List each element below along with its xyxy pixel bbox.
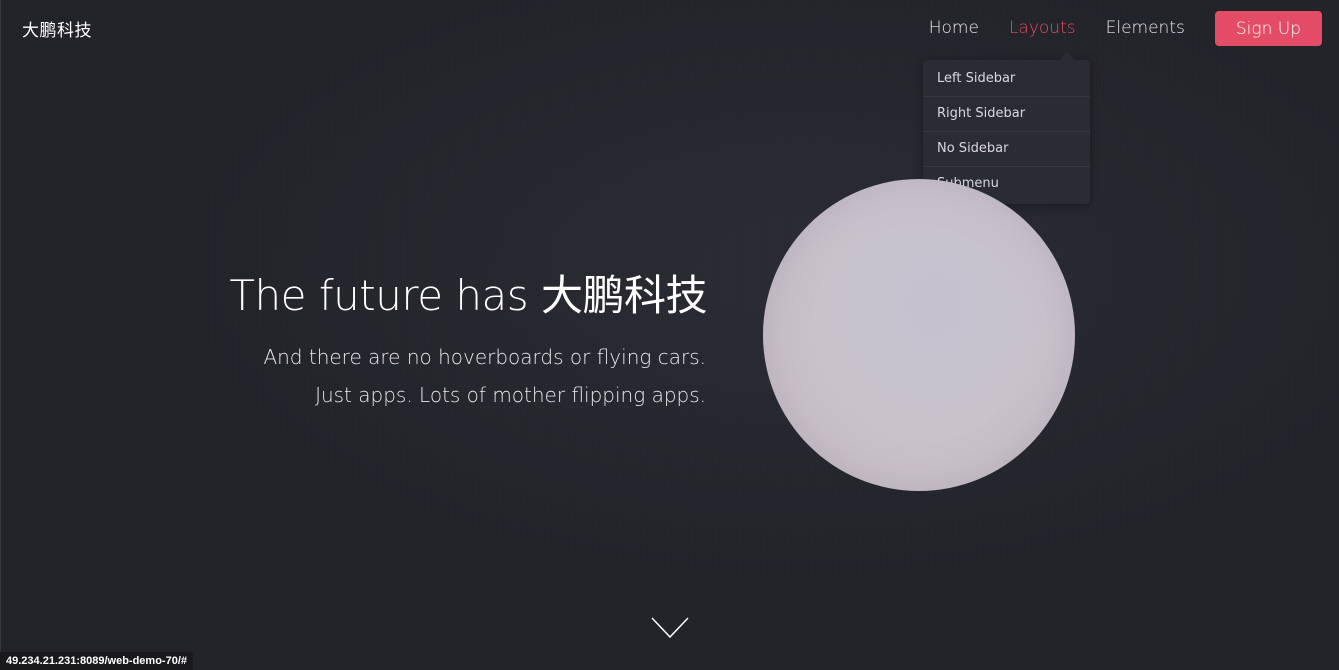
brand-logo[interactable]: 大鹏科技 [22,16,92,41]
sign-up-button[interactable]: Sign Up [1214,11,1322,46]
dropdown-item-no-sidebar[interactable]: No Sidebar [923,131,1090,166]
nav-item-home[interactable]: Home [929,11,979,46]
browser-status-url: 49.234.21.231:8089/web-demo-70/# [0,652,194,670]
hero-title: The future has 大鹏科技 [229,271,707,320]
site-header: 大鹏科技 Home Layouts Elements Sign Up [0,0,1339,56]
nav-item-layouts[interactable]: Layouts [1009,11,1076,46]
hero-circle-image [763,179,1075,491]
hero-subtitle-line-2: Just apps. Lots of mother flipping apps. [315,383,706,407]
hero-subtitle-line-1: And there are no hoverboards or flying c… [263,345,706,369]
dropdown-item-left-sidebar[interactable]: Left Sidebar [923,62,1090,96]
hero-subtitle: And there are no hoverboards or flying c… [263,338,706,414]
nav-item-elements[interactable]: Elements [1106,11,1185,46]
chevron-down-icon[interactable] [651,617,689,639]
window-edge [0,0,1,670]
page: 大鹏科技 Home Layouts Elements Sign Up Left … [0,0,1339,670]
main-nav: Home Layouts Elements Sign Up [899,11,1322,46]
dropdown-item-right-sidebar[interactable]: Right Sidebar [923,96,1090,131]
